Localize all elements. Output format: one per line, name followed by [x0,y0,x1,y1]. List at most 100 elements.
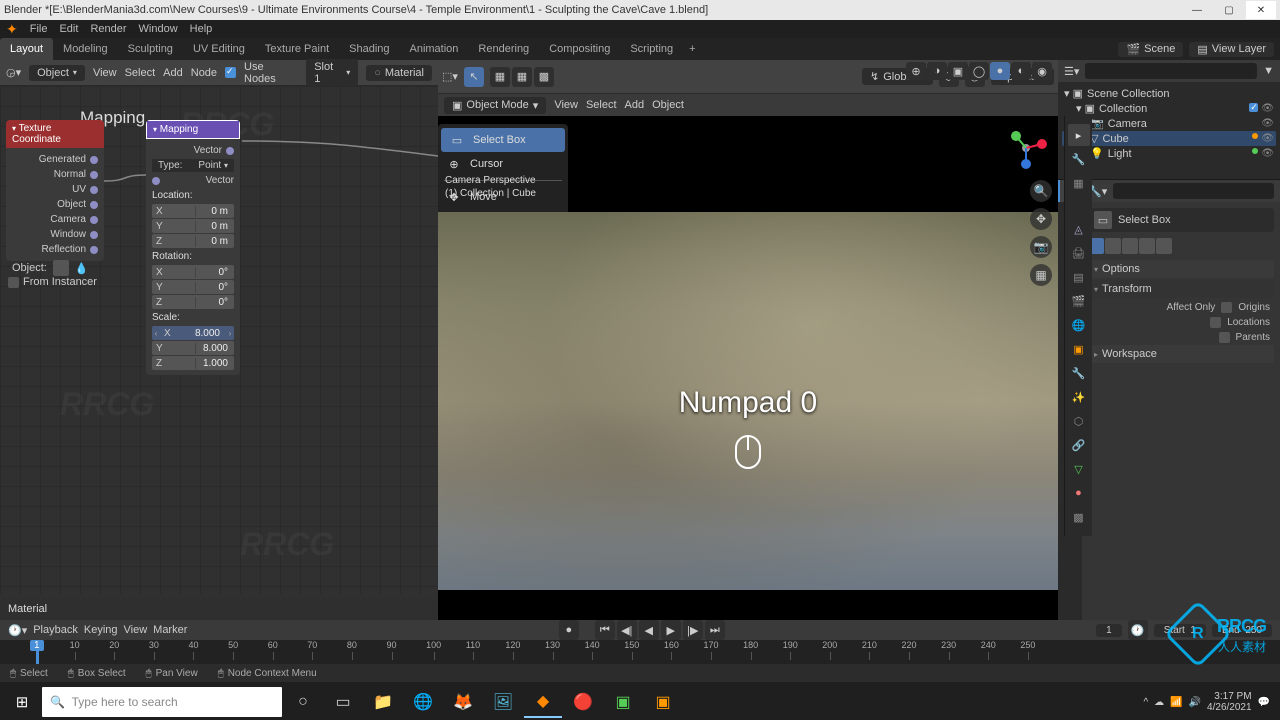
play-icon[interactable]: ▶ [661,620,681,640]
viewlayer-selector[interactable]: ▤View Layer [1189,42,1274,57]
tab-shading[interactable]: Shading [339,38,399,60]
perspective-icon[interactable]: ▦ [1030,264,1052,286]
slot-dropdown[interactable]: Slot 1 ▾ [306,59,358,87]
vp-menu-object[interactable]: Object [652,99,684,111]
mode-dropdown[interactable]: ▣ Object Mode ▾ [444,97,546,114]
tree-camera[interactable]: 📷 Camera👁 [1062,116,1276,131]
prop-material[interactable]: ● [1068,482,1090,504]
solid-shading-icon[interactable]: ● [990,62,1010,80]
from-instancer-checkbox[interactable]: From Instancer [8,276,97,288]
scale-z-field[interactable]: Z1.000 [152,356,234,370]
taskbar-search[interactable]: 🔍 Type here to search [42,687,282,717]
tab-animation[interactable]: Animation [400,38,469,60]
mapping-type-dropdown[interactable]: Type:Point ▾ [152,159,234,172]
tray-cloud-icon[interactable]: ☁ [1154,697,1164,708]
object-mode-dropdown[interactable]: Object ▾ [29,65,85,81]
prop-physics[interactable]: ⬡ [1068,410,1090,432]
outliner-type-icon[interactable]: ☰▾ [1064,65,1079,78]
edge-icon[interactable]: 🌐 [404,686,442,718]
tl-marker[interactable]: Marker [153,624,187,636]
grid-icon-3[interactable]: ▩ [534,67,554,87]
app-icon-2[interactable]: ▣ [644,686,682,718]
grid-icon-2[interactable]: ▦ [512,67,532,87]
transform-panel-header[interactable]: Transform [1088,280,1274,298]
tl-view[interactable]: View [124,624,148,636]
rot-z-field[interactable]: Z0° [152,295,234,309]
node-canvas[interactable]: RRCG RRCG RRCG Mapping ▾ Texture Coordin… [0,86,438,594]
nav-gizmo[interactable] [1002,124,1050,172]
prop-object[interactable]: ▣ [1068,338,1090,360]
loc-x-field[interactable]: X0 m [152,204,234,218]
cursor-tool-icon[interactable]: ↖ [464,67,484,87]
rot-x-field[interactable]: X0° [152,265,234,279]
task-view-icon[interactable]: ▭ [324,686,362,718]
prop-modifier[interactable]: 🔧 [1068,362,1090,384]
gizmo-toggle-icon[interactable]: ⊕ [906,62,926,80]
loc-z-field[interactable]: Z0 m [152,234,234,248]
use-nodes-checkbox[interactable] [225,67,236,78]
end-frame-field[interactable]: End 250 [1212,624,1272,637]
tray-wifi-icon[interactable]: 📶 [1170,697,1182,708]
system-clock[interactable]: 3:17 PM4/26/2021 [1207,691,1252,713]
chrome-icon[interactable]: 🔴 [564,686,602,718]
scene-selector[interactable]: 🎬Scene [1118,42,1183,57]
blender-icon[interactable]: ◆ [524,686,562,718]
tab-scripting[interactable]: Scripting [620,38,683,60]
texture-coordinate-node[interactable]: ▾ Texture Coordinate Generated Normal UV… [6,120,104,261]
preview-range-icon[interactable]: 🕐 [1128,620,1148,640]
add-workspace-button[interactable]: + [683,38,701,60]
scale-x-field[interactable]: ‹X8.000› [152,326,234,340]
parents-checkbox[interactable] [1219,332,1230,343]
menu-render[interactable]: Render [90,23,126,35]
editor-type-icon[interactable]: ◶▾ [6,66,21,79]
app-icon[interactable]: ▣ [604,686,642,718]
sidetab-tool[interactable]: 🔧 [1068,148,1090,170]
rendered-shading-icon[interactable]: ◉ [1032,62,1052,80]
tray-up-icon[interactable]: ^ [1143,697,1148,708]
eyedropper-icon[interactable]: 💧 [75,262,89,275]
prop-output[interactable]: 🖨 [1068,242,1090,264]
vp-menu-view[interactable]: View [554,99,578,111]
origins-checkbox[interactable] [1221,302,1232,313]
keyframe-next-icon[interactable]: |▶ [683,620,703,640]
menu-window[interactable]: Window [139,23,178,35]
explorer-icon[interactable]: 📁 [364,686,402,718]
prop-viewlayer[interactable]: ▤ [1068,266,1090,288]
menu-edit[interactable]: Edit [59,23,78,35]
tab-rendering[interactable]: Rendering [468,38,539,60]
prop-particles[interactable]: ✨ [1068,386,1090,408]
wireframe-icon[interactable]: ◯ [969,62,989,80]
shader-menu-add[interactable]: Add [163,67,183,79]
notification-icon[interactable]: 💬 [1258,697,1270,708]
props-search[interactable] [1113,183,1274,199]
xray-icon[interactable]: ▣ [948,62,968,80]
tl-keying[interactable]: Keying [84,624,118,636]
loc-y-field[interactable]: Y0 m [152,219,234,233]
3d-viewport[interactable]: ⬚▾ ↖ ▦ ▦ ▩ ↯ Global ▾ ⬡ ◎ Options ▾ ▣ Ob… [438,60,1058,620]
autokey-icon[interactable]: ● [559,620,579,640]
tree-collection[interactable]: ▾ ▣ Collection 👁 [1062,101,1276,116]
select-mode-buttons[interactable] [1088,238,1274,254]
sidetab-item[interactable]: ▸ [1068,124,1090,146]
material-shading-icon[interactable]: ◐ [1011,62,1031,80]
viewport-render-area[interactable]: ▭Select Box ⊕Cursor ✥Move ↻Rotate ▣Scale… [438,116,1058,620]
workspace-panel-header[interactable]: Workspace [1088,345,1274,363]
tab-sculpting[interactable]: Sculpting [118,38,183,60]
locations-checkbox[interactable] [1210,317,1221,328]
maximize-button[interactable]: ▢ [1214,1,1244,19]
vp-menu-select[interactable]: Select [586,99,617,111]
sidetab-view[interactable]: ▦ [1068,172,1090,194]
material-field[interactable]: ○Material [366,65,432,81]
grid-icon[interactable]: ▦ [490,67,510,87]
start-frame-field[interactable]: Start 1 [1154,624,1206,637]
playhead[interactable] [36,640,39,664]
mapping-node[interactable]: ▾ Mapping Vector Type:Point ▾ Vector Loc… [146,120,240,375]
shader-menu-view[interactable]: View [93,67,117,79]
minimize-button[interactable]: — [1182,1,1212,19]
menu-file[interactable]: File [30,23,48,35]
overlay-toggle-icon[interactable]: ◑ [927,62,947,80]
prop-mesh[interactable]: ▽ [1068,458,1090,480]
timeline-ruler[interactable]: 1020304050607080901001101201301401501601… [0,640,1280,664]
outliner-search[interactable] [1085,63,1257,79]
menu-help[interactable]: Help [190,23,213,35]
